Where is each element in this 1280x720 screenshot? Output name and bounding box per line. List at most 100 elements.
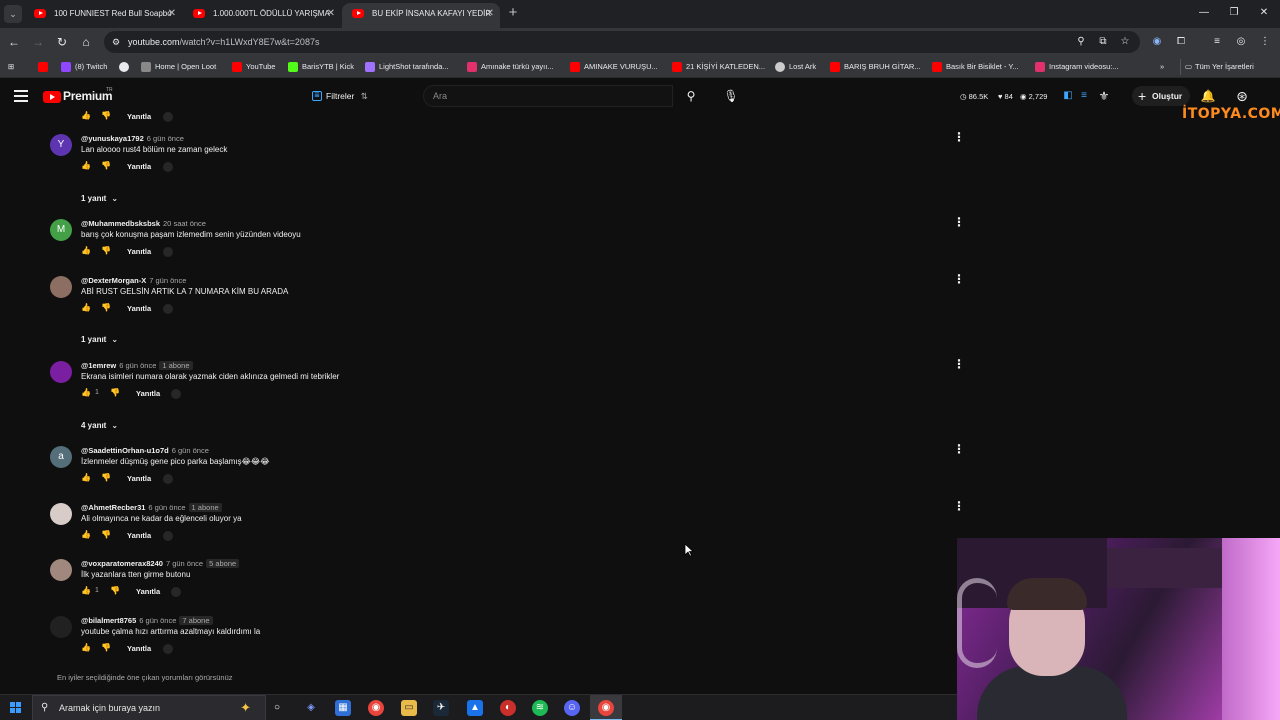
taskbar-search-input[interactable]: ⚲ Aramak için buraya yazın ✦ bbox=[32, 695, 266, 720]
steam-icon[interactable]: ✈ bbox=[433, 700, 449, 716]
queue-list-icon[interactable]: ≡ bbox=[1076, 88, 1092, 104]
create-button[interactable]: + Oluştur bbox=[1132, 86, 1191, 106]
bookmark-item[interactable]: BarisYTB | Kick bbox=[288, 59, 354, 75]
comment-time[interactable]: 7 gün önce bbox=[166, 559, 203, 568]
comment-time[interactable]: 6 gün önce bbox=[148, 503, 185, 512]
forward-button[interactable]: → bbox=[30, 34, 46, 50]
comment-author[interactable]: @SaadettinOrhan-u1o7d bbox=[81, 446, 169, 455]
comment-time[interactable]: 6 gün önce bbox=[172, 446, 209, 455]
comment-author[interactable]: @voxparatomerax8240 bbox=[81, 559, 163, 568]
like-icon[interactable]: 👍 bbox=[81, 246, 93, 255]
browser-menu-icon[interactable]: ⋮ bbox=[1258, 35, 1272, 49]
dislike-icon[interactable]: 👎 bbox=[110, 388, 122, 397]
like-icon[interactable]: 👍 bbox=[81, 586, 93, 595]
like-icon[interactable]: 👍 bbox=[81, 473, 93, 482]
comment-time[interactable]: 20 saat önce bbox=[163, 219, 206, 228]
tab-close-icon[interactable]: ✕ bbox=[486, 3, 494, 25]
comment-author[interactable]: @1emrew bbox=[81, 361, 116, 370]
like-icon[interactable]: 👍 bbox=[81, 388, 93, 397]
dislike-icon[interactable]: 👎 bbox=[101, 161, 113, 170]
replies-toggle[interactable]: 1 yanıt ⌄ bbox=[81, 335, 118, 344]
minimize-window-button[interactable]: — bbox=[1194, 5, 1214, 21]
avatar[interactable] bbox=[50, 276, 72, 298]
comment-author[interactable]: @AhmetRecber31 bbox=[81, 503, 145, 512]
avatar[interactable] bbox=[50, 503, 72, 525]
tab-search-menu-icon[interactable]: ⌄ bbox=[4, 5, 22, 23]
like-icon[interactable]: 👍 bbox=[81, 161, 93, 170]
avatar[interactable]: M bbox=[50, 219, 72, 241]
dislike-icon[interactable]: 👎 bbox=[101, 111, 113, 120]
extensions-puzzle-icon[interactable]: ⧠ bbox=[1174, 35, 1188, 49]
bookmark-star-icon[interactable]: ☆ bbox=[1118, 35, 1132, 49]
bookmark-item[interactable] bbox=[119, 59, 133, 75]
guide-menu-icon[interactable] bbox=[14, 90, 28, 102]
file-explorer-icon[interactable]: ▭ bbox=[401, 700, 417, 716]
tab-close-icon[interactable]: ✕ bbox=[327, 3, 335, 25]
youtube-logo-icon[interactable] bbox=[43, 91, 61, 103]
tab-close-icon[interactable]: ✕ bbox=[168, 3, 176, 25]
search-button[interactable]: ⚲ bbox=[674, 85, 708, 107]
windows-start-icon[interactable] bbox=[10, 702, 22, 714]
filters-button[interactable]: ≣ Filtreler ⇅ bbox=[312, 87, 368, 105]
comment-more-icon[interactable]: ⋮ bbox=[953, 215, 965, 229]
home-button[interactable]: ⌂ bbox=[78, 34, 94, 50]
app-launcher-icon[interactable]: ◈ bbox=[303, 700, 319, 716]
reply-button[interactable]: Yanıtla bbox=[136, 389, 160, 398]
avatar[interactable] bbox=[50, 616, 72, 638]
reply-button[interactable]: Yanıtla bbox=[127, 247, 151, 256]
bookmark-item[interactable]: LightShot tarafında... bbox=[365, 59, 449, 75]
bookmark-item[interactable]: Basık Bir Bisiklet - Y... bbox=[932, 59, 1019, 75]
restore-window-button[interactable]: ❐ bbox=[1224, 5, 1244, 21]
bookmark-item[interactable]: Amınake türkü yayıı... bbox=[467, 59, 554, 75]
voice-search-button[interactable]: 🎙 bbox=[720, 85, 742, 107]
bookmark-item[interactable]: BARIŞ BRUH GİTAR... bbox=[830, 59, 921, 75]
dislike-icon[interactable]: 👎 bbox=[101, 473, 113, 482]
browser-tab[interactable]: 100 FUNNIEST Red Bull Soapbo ✕ bbox=[24, 3, 182, 28]
bookmark-item[interactable]: Lost Ark bbox=[775, 59, 816, 75]
account-avatar-icon[interactable]: ◎ bbox=[1234, 35, 1248, 49]
profile-extension-icon[interactable]: ◉ bbox=[1150, 35, 1164, 49]
reply-button[interactable]: Yanıtla bbox=[127, 112, 151, 121]
comment-author[interactable]: @yunuskaya1792 bbox=[81, 134, 144, 143]
comment-time[interactable]: 6 gün önce bbox=[139, 616, 176, 625]
bookmark-item[interactable]: AMINAKE VURUŞU... bbox=[570, 59, 658, 75]
browser-tab[interactable]: 1.000.000TL ÖDÜLLÜ YARIŞMA ✕ bbox=[183, 3, 341, 28]
recording-app-icon[interactable]: ◐ bbox=[500, 700, 516, 716]
dislike-icon[interactable]: 👎 bbox=[101, 246, 113, 255]
avatar[interactable] bbox=[50, 361, 72, 383]
new-tab-button[interactable]: + bbox=[505, 4, 521, 22]
replies-toggle[interactable]: 1 yanıt ⌄ bbox=[81, 194, 118, 203]
search-input[interactable]: Ara bbox=[423, 85, 673, 107]
dislike-icon[interactable]: 👎 bbox=[101, 303, 113, 312]
spotify-icon[interactable]: ≋ bbox=[532, 700, 548, 716]
notifications-bell-icon[interactable]: 🔔 bbox=[1200, 88, 1216, 104]
bookmark-item[interactable]: 21 KİŞİYİ KATLEDEN... bbox=[672, 59, 765, 75]
trophy-icon[interactable]: ⚜ bbox=[1096, 88, 1112, 104]
discord-icon[interactable]: ☺ bbox=[564, 700, 580, 716]
comment-more-icon[interactable]: ⋮ bbox=[953, 272, 965, 286]
browser-tab-active[interactable]: BU EKİP İNSANA KAFAYI YEDİR ✕ bbox=[342, 3, 500, 28]
comment-time[interactable]: 6 gün önce bbox=[119, 361, 156, 370]
comment-more-icon[interactable]: ⋮ bbox=[953, 499, 965, 513]
comment-more-icon[interactable]: ⋮ bbox=[953, 357, 965, 371]
url-text[interactable]: youtube.com/watch?v=h1LWxdY8E7w&t=2087s bbox=[128, 31, 319, 53]
address-bar[interactable]: ⚙ youtube.com/watch?v=h1LWxdY8E7w&t=2087… bbox=[104, 31, 1140, 53]
side-panel-icon[interactable]: ≡ bbox=[1210, 35, 1224, 49]
task-view-icon[interactable]: ○ bbox=[269, 700, 285, 716]
like-icon[interactable]: 👍 bbox=[81, 303, 93, 312]
bookmarks-overflow-button[interactable]: » bbox=[1160, 59, 1164, 75]
store-icon[interactable]: ▦ bbox=[335, 700, 351, 716]
like-icon[interactable]: 👍 bbox=[81, 111, 93, 120]
comment-more-icon[interactable]: ⋮ bbox=[953, 442, 965, 456]
reply-button[interactable]: Yanıtla bbox=[127, 531, 151, 540]
reply-button[interactable]: Yanıtla bbox=[127, 162, 151, 171]
apps-grid-icon[interactable]: ⊞ bbox=[8, 59, 14, 75]
dislike-icon[interactable]: 👎 bbox=[101, 530, 113, 539]
cast-icon[interactable]: ⧉ bbox=[1096, 35, 1110, 49]
youtube-brand[interactable]: Premium bbox=[63, 89, 113, 103]
zoom-icon[interactable]: ⚲ bbox=[1074, 35, 1088, 49]
bookmark-item[interactable]: Home | Open Loot bbox=[141, 59, 216, 75]
comment-author[interactable]: @DexterMorgan-X bbox=[81, 276, 146, 285]
reply-button[interactable]: Yanıtla bbox=[127, 304, 151, 313]
comment-time[interactable]: 7 gün önce bbox=[149, 276, 186, 285]
